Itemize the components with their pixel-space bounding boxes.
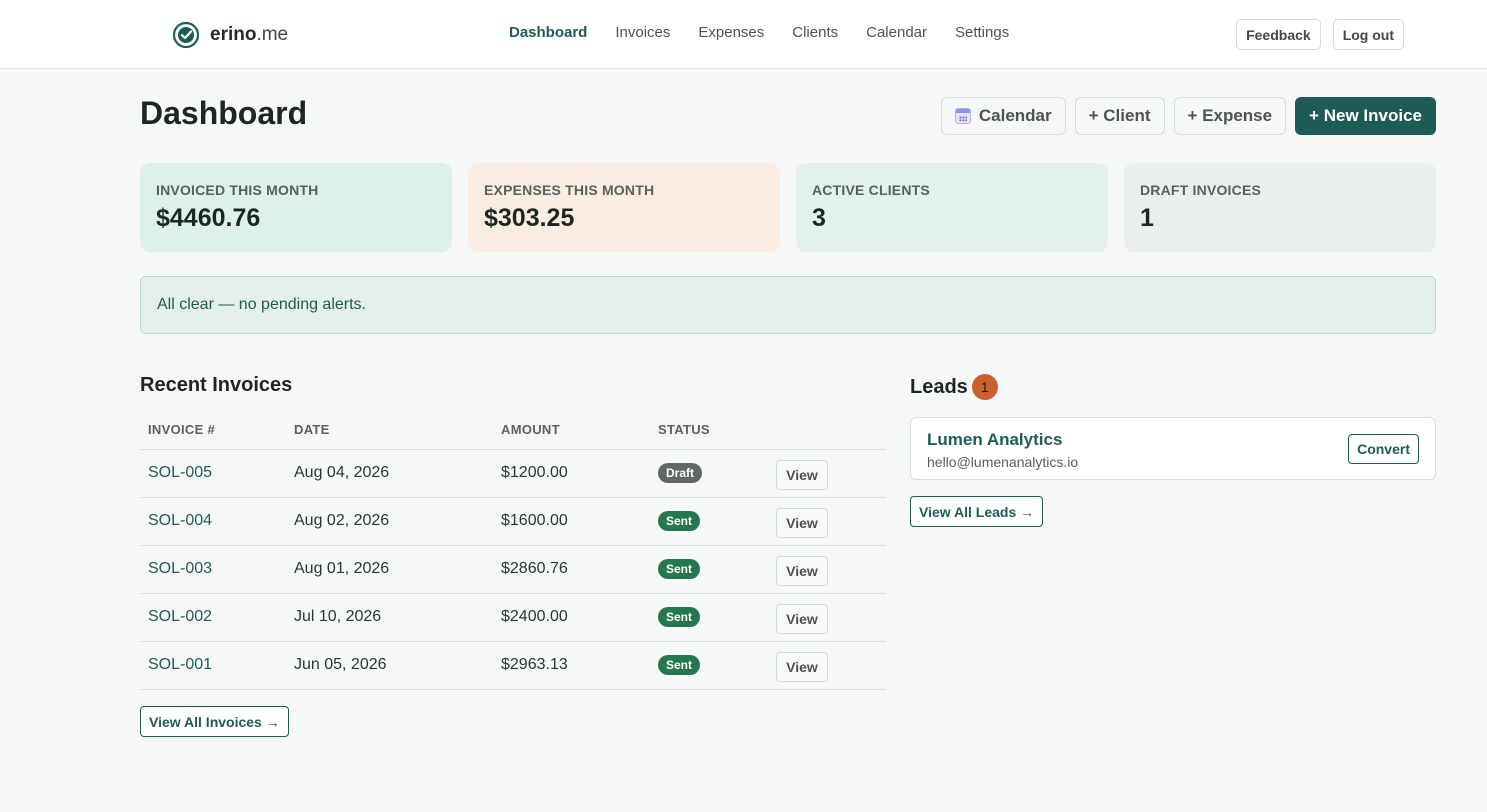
view-invoice-button[interactable]: View (776, 459, 828, 490)
stat-value: 3 (812, 204, 826, 232)
add-expense-button[interactable]: + Expense (1173, 97, 1287, 135)
leads-header: Leads 1 (910, 374, 998, 400)
invoice-status-cell: Sent (650, 593, 768, 642)
lead-email: hello@lumenanalytics.io (927, 454, 1079, 470)
invoice-date: Aug 01, 2026 (286, 545, 493, 594)
invoice-number-link[interactable]: SOL-005 (140, 449, 286, 498)
stat-label: EXPENSES THIS MONTH (484, 182, 655, 198)
column-header-date: DATE (286, 411, 493, 450)
top-navbar: erino.me Dashboard Invoices Expenses Cli… (0, 0, 1487, 69)
table-row: SOL-001 Jun 05, 2026 $2963.13 Sent View (140, 641, 886, 690)
invoice-action-cell: View (768, 593, 886, 642)
column-header-status: STATUS (650, 411, 768, 450)
invoice-amount: $2963.13 (493, 641, 650, 690)
table-row: SOL-003 Aug 01, 2026 $2860.76 Sent View (140, 545, 886, 594)
view-invoice-button[interactable]: View (776, 555, 828, 586)
leads-count-badge: 1 (971, 374, 998, 400)
nav-dashboard[interactable]: Dashboard (509, 24, 587, 41)
view-all-invoices-button[interactable]: View All Invoices → (140, 706, 289, 737)
invoice-number-link[interactable]: SOL-003 (140, 545, 286, 594)
invoice-number-link[interactable]: SOL-004 (140, 497, 286, 546)
status-badge: Sent (658, 607, 701, 627)
page-title: Dashboard (140, 95, 308, 131)
stat-value: 1 (1140, 204, 1154, 232)
table-row: SOL-005 Aug 04, 2026 $1200.00 Draft View (140, 449, 886, 498)
invoice-amount: $1600.00 (493, 497, 650, 546)
feedback-button[interactable]: Feedback (1236, 19, 1321, 50)
quick-actions: Calendar + Client + Expense + New Invoic… (940, 97, 1436, 135)
lead-card: Lumen Analytics hello@lumenanalytics.io … (910, 417, 1436, 480)
column-header-invoice: INVOICE # (140, 411, 286, 450)
leads-title: Leads (910, 375, 968, 398)
view-invoice-button[interactable]: View (776, 603, 828, 634)
invoice-action-cell: View (768, 641, 886, 690)
check-badge-icon (172, 21, 200, 49)
convert-lead-button[interactable]: Convert (1348, 434, 1419, 464)
calendar-icon (954, 108, 971, 124)
table-header-row: INVOICE # DATE AMOUNT STATUS (140, 411, 886, 450)
stat-invoiced-this-month: INVOICED THIS MONTH $4460.76 (140, 163, 452, 252)
alert-banner: All clear — no pending alerts. (140, 276, 1436, 334)
invoice-action-cell: View (768, 449, 886, 498)
nav-invoices[interactable]: Invoices (615, 24, 670, 41)
invoice-date: Jul 10, 2026 (286, 593, 493, 642)
stat-active-clients: ACTIVE CLIENTS 3 (796, 163, 1108, 252)
main-nav: Dashboard Invoices Expenses Clients Cale… (509, 24, 1009, 41)
invoice-action-cell: View (768, 545, 886, 594)
stat-cards: INVOICED THIS MONTH $4460.76 EXPENSES TH… (140, 163, 1436, 252)
recent-invoices-title: Recent Invoices (140, 374, 293, 396)
invoice-status-cell: Sent (650, 545, 768, 594)
status-badge: Sent (658, 559, 701, 579)
invoice-amount: $2400.00 (493, 593, 650, 642)
view-invoice-button[interactable]: View (776, 507, 828, 538)
logout-button[interactable]: Log out (1332, 19, 1404, 50)
column-header-actions (768, 411, 886, 450)
status-badge: Sent (658, 511, 701, 531)
invoice-number-link[interactable]: SOL-002 (140, 593, 286, 642)
invoice-date: Jun 05, 2026 (286, 641, 493, 690)
table-row: SOL-002 Jul 10, 2026 $2400.00 Sent View (140, 593, 886, 642)
nav-calendar[interactable]: Calendar (866, 24, 927, 41)
account-actions: Feedback Log out (1236, 19, 1404, 50)
invoice-date: Aug 02, 2026 (286, 497, 493, 546)
stat-label: INVOICED THIS MONTH (156, 182, 319, 198)
table-row: SOL-004 Aug 02, 2026 $1600.00 Sent View (140, 497, 886, 546)
nav-settings[interactable]: Settings (955, 24, 1009, 41)
nav-expenses[interactable]: Expenses (698, 24, 764, 41)
invoice-status-cell: Sent (650, 641, 768, 690)
invoice-amount: $2860.76 (493, 545, 650, 594)
invoice-status-cell: Sent (650, 497, 768, 546)
view-all-leads-button[interactable]: View All Leads → (910, 496, 1044, 527)
brand-name: erino.me (210, 24, 289, 45)
view-invoice-button[interactable]: View (776, 651, 828, 682)
column-header-amount: AMOUNT (493, 411, 650, 450)
stat-draft-invoices: DRAFT INVOICES 1 (1124, 163, 1436, 252)
stat-label: ACTIVE CLIENTS (812, 182, 930, 198)
invoice-amount: $1200.00 (493, 449, 650, 498)
status-badge: Sent (658, 655, 701, 675)
recent-invoices-table: INVOICE # DATE AMOUNT STATUS SOL-005 Aug… (140, 411, 886, 690)
stat-expenses-this-month: EXPENSES THIS MONTH $303.25 (468, 163, 780, 252)
status-badge: Draft (658, 463, 703, 483)
lead-name-link[interactable]: Lumen Analytics (927, 430, 1062, 450)
stat-value: $4460.76 (156, 204, 261, 232)
stat-value: $303.25 (484, 204, 575, 232)
invoice-status-cell: Draft (650, 449, 768, 498)
calendar-button[interactable]: Calendar (940, 97, 1066, 135)
invoice-action-cell: View (768, 497, 886, 546)
stat-label: DRAFT INVOICES (1140, 182, 1262, 198)
invoice-date: Aug 04, 2026 (286, 449, 493, 498)
brand-logo[interactable]: erino.me (172, 21, 288, 49)
add-client-button[interactable]: + Client (1074, 97, 1165, 135)
calendar-button-label: Calendar (978, 106, 1052, 125)
nav-clients[interactable]: Clients (792, 24, 838, 41)
invoice-number-link[interactable]: SOL-001 (140, 641, 286, 690)
new-invoice-button[interactable]: + New Invoice (1295, 97, 1436, 135)
